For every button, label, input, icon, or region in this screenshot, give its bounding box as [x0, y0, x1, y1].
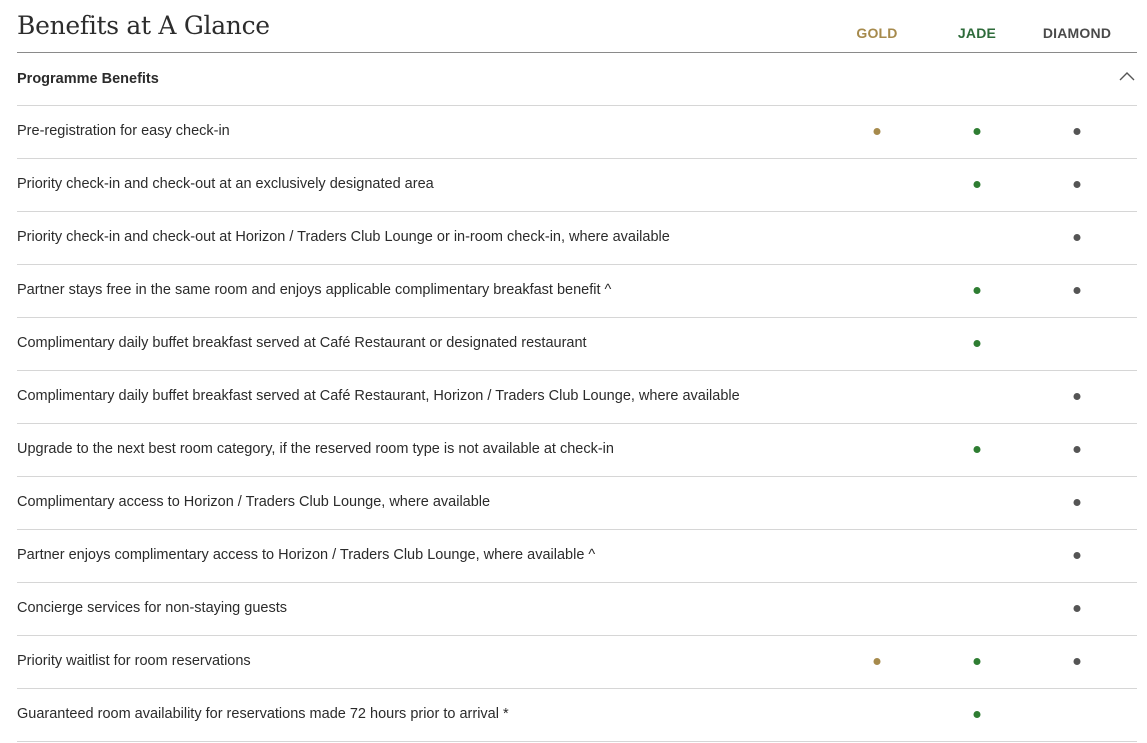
benefit-row: Partner stays free in the same room and …	[17, 265, 1137, 318]
programme-benefits-section-header[interactable]: Programme Benefits	[17, 53, 1137, 106]
benefit-label: Partner enjoys complimentary access to H…	[17, 547, 596, 563]
benefits-header: Benefits at A Glance GOLD JADE DIAMOND	[17, 0, 1137, 53]
benefit-row: Priority check-in and check-out at Horiz…	[17, 212, 1137, 265]
jade-included-dot-icon	[973, 340, 981, 347]
tier-heading-diamond: DIAMOND	[1042, 25, 1112, 41]
benefit-row: Upgrade to the next best room category, …	[17, 424, 1137, 477]
diamond-included-dot-icon	[1073, 287, 1081, 294]
diamond-included-dot-icon	[1073, 552, 1081, 559]
jade-included-dot-icon	[973, 287, 981, 294]
jade-included-dot-icon	[973, 711, 981, 718]
benefit-row: Guaranteed room availability for reserva…	[17, 689, 1137, 742]
benefit-label: Complimentary daily buffet breakfast ser…	[17, 335, 587, 351]
benefit-row: Complimentary daily buffet breakfast ser…	[17, 318, 1137, 371]
benefit-row: Complimentary daily buffet breakfast ser…	[17, 371, 1137, 424]
diamond-included-dot-icon	[1073, 446, 1081, 453]
benefit-label: Complimentary daily buffet breakfast ser…	[17, 388, 740, 404]
benefit-row: Concierge services for non-staying guest…	[17, 583, 1137, 636]
page-title: Benefits at A Glance	[17, 11, 270, 40]
benefit-label: Priority check-in and check-out at Horiz…	[17, 229, 670, 245]
diamond-included-dot-icon	[1073, 499, 1081, 506]
diamond-included-dot-icon	[1073, 605, 1081, 612]
benefit-label: Pre-registration for easy check-in	[17, 123, 230, 139]
benefit-row: Partner enjoys complimentary access to H…	[17, 530, 1137, 583]
section-title: Programme Benefits	[17, 71, 159, 87]
jade-included-dot-icon	[973, 128, 981, 135]
benefit-label: Concierge services for non-staying guest…	[17, 600, 287, 616]
chevron-up-icon[interactable]	[1117, 67, 1137, 87]
diamond-included-dot-icon	[1073, 234, 1081, 241]
diamond-included-dot-icon	[1073, 128, 1081, 135]
benefit-label: Guaranteed room availability for reserva…	[17, 706, 509, 722]
benefit-label: Priority waitlist for room reservations	[17, 653, 251, 669]
jade-included-dot-icon	[973, 181, 981, 188]
diamond-included-dot-icon	[1073, 181, 1081, 188]
gold-included-dot-icon	[873, 658, 881, 665]
benefit-row: Pre-registration for easy check-in	[17, 106, 1137, 159]
benefit-label: Partner stays free in the same room and …	[17, 282, 612, 298]
benefit-label: Upgrade to the next best room category, …	[17, 441, 614, 457]
tier-heading-gold: GOLD	[856, 25, 898, 41]
jade-included-dot-icon	[973, 446, 981, 453]
diamond-included-dot-icon	[1073, 658, 1081, 665]
benefit-label: Priority check-in and check-out at an ex…	[17, 176, 434, 192]
diamond-included-dot-icon	[1073, 393, 1081, 400]
benefits-table: Pre-registration for easy check-in Priori…	[17, 106, 1137, 742]
benefit-label: Complimentary access to Horizon / Trader…	[17, 494, 491, 510]
benefit-row: Priority check-in and check-out at an ex…	[17, 159, 1137, 212]
benefit-row: Complimentary access to Horizon / Trader…	[17, 477, 1137, 530]
benefit-row: Priority waitlist for room reservations	[17, 636, 1137, 689]
gold-included-dot-icon	[873, 128, 881, 135]
tier-heading-jade: JADE	[957, 25, 997, 41]
jade-included-dot-icon	[973, 658, 981, 665]
